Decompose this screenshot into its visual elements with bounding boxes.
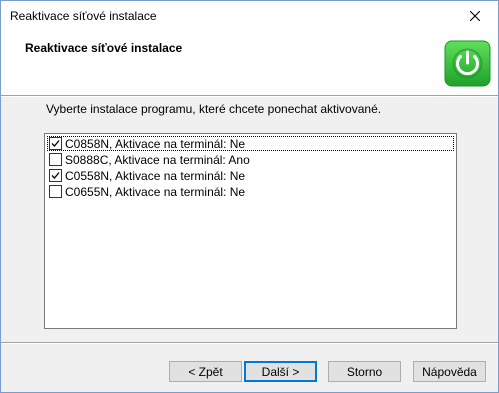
wizard-header: Reaktivace síťové instalace (1, 31, 498, 95)
list-item[interactable]: C0858N, Aktivace na terminál: Ne (47, 136, 454, 151)
footer-divider (1, 342, 498, 344)
power-icon (444, 40, 491, 87)
checkbox[interactable] (49, 185, 62, 198)
checkbox[interactable] (49, 137, 62, 150)
window-title: Reaktivace síťové instalace (10, 9, 157, 23)
list-item[interactable]: C0558N, Aktivace na terminál: Ne (47, 168, 454, 183)
close-button[interactable] (452, 1, 498, 31)
list-item-label: C0558N, Aktivace na terminál: Ne (65, 168, 246, 183)
list-item[interactable]: S0888C, Aktivace na terminál: Ano (47, 152, 454, 167)
cancel-button[interactable]: Storno (328, 361, 401, 382)
checkbox[interactable] (49, 169, 62, 182)
checkmark-icon (51, 172, 60, 179)
back-button[interactable]: < Zpět (169, 361, 242, 382)
list-item[interactable]: C0655N, Aktivace na terminál: Ne (47, 184, 454, 199)
page-title: Reaktivace síťové instalace (25, 41, 183, 55)
list-item-label: C0858N, Aktivace na terminál: Ne (65, 136, 246, 151)
title-bar: Reaktivace síťové instalace (1, 1, 498, 31)
checkbox[interactable] (49, 153, 62, 166)
dialog-window: Reaktivace síťové instalace Reaktivace s… (0, 0, 499, 393)
list-item-label: C0655N, Aktivace na terminál: Ne (65, 184, 246, 199)
next-button[interactable]: Další > (244, 361, 317, 382)
list-item-label: S0888C, Aktivace na terminál: Ano (65, 152, 250, 167)
header-divider (1, 95, 498, 97)
close-icon (470, 11, 480, 21)
help-button[interactable]: Nápověda (413, 361, 486, 382)
checkmark-icon (51, 140, 60, 147)
instruction-text: Vyberte instalace programu, které chcete… (46, 102, 382, 116)
installations-checklist[interactable]: C0858N, Aktivace na terminál: Ne S0888C,… (44, 133, 457, 329)
